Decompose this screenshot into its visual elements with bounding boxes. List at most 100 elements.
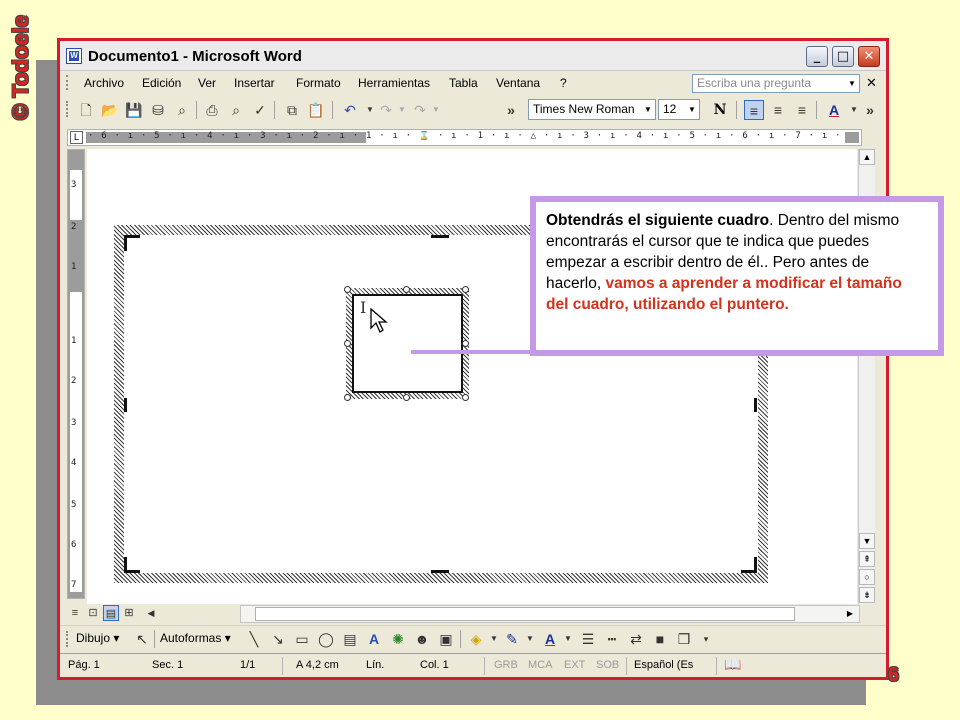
chevron-down-icon[interactable]: ▼ bbox=[845, 75, 859, 92]
next-page-icon[interactable]: ⇟ bbox=[859, 587, 875, 603]
spelling-status-icon[interactable]: 📖 bbox=[724, 656, 741, 673]
oval-icon[interactable]: ◯ bbox=[316, 629, 336, 649]
permission-icon[interactable]: ⛁ bbox=[148, 100, 168, 120]
select-pointer-icon[interactable]: ↖ bbox=[132, 629, 152, 649]
autoshapes-menu[interactable]: Autoformas ▾ bbox=[160, 631, 231, 645]
wordart-icon[interactable]: A bbox=[364, 629, 384, 649]
browse-object-icon[interactable]: ○ bbox=[859, 569, 875, 585]
3d-icon[interactable]: ❒ bbox=[674, 629, 694, 649]
picture-icon[interactable]: ▣ bbox=[436, 629, 456, 649]
align-left-icon[interactable]: ≡ bbox=[744, 100, 764, 120]
dash-style-icon[interactable]: ┅ bbox=[602, 629, 622, 649]
status-separator bbox=[484, 657, 485, 675]
scroll-down-icon[interactable]: ▼ bbox=[859, 533, 875, 549]
menu-ventana[interactable]: Ventana bbox=[496, 76, 540, 90]
print-icon[interactable]: ⎙ bbox=[202, 100, 222, 120]
vertical-ruler[interactable]: 3 2 1 1 2 3 4 5 6 7 bbox=[67, 149, 85, 599]
chevron-down-icon[interactable]: ▼ bbox=[484, 629, 504, 649]
new-icon[interactable]: 🗋 bbox=[76, 100, 96, 120]
menu-formato[interactable]: Formato bbox=[296, 76, 341, 90]
copy-icon[interactable]: ⧉ bbox=[282, 100, 302, 120]
status-grb[interactable]: GRB bbox=[494, 659, 518, 671]
shadow-icon[interactable]: ■ bbox=[650, 629, 670, 649]
font-name-select[interactable]: Times New Roman ▼ bbox=[528, 99, 656, 120]
chevron-down-icon[interactable]: ▼ bbox=[520, 629, 540, 649]
scroll-right-icon[interactable]: ▶ bbox=[843, 607, 857, 621]
font-color-icon[interactable]: A bbox=[540, 629, 560, 649]
line-style-icon[interactable]: ☰ bbox=[578, 629, 598, 649]
menu-herramientas[interactable]: Herramientas bbox=[358, 76, 430, 90]
chevron-down-icon[interactable]: ▼ bbox=[558, 629, 578, 649]
maximize-button[interactable]: □ bbox=[832, 46, 854, 67]
clipart-icon[interactable]: ☻ bbox=[412, 629, 432, 649]
font-color-icon[interactable]: A bbox=[824, 100, 844, 120]
scroll-up-icon[interactable]: ▲ bbox=[859, 149, 875, 165]
close-button[interactable]: ✕ bbox=[858, 46, 880, 67]
menu-tabla[interactable]: Tabla bbox=[449, 76, 478, 90]
resize-handle[interactable] bbox=[462, 394, 469, 401]
print-preview-icon[interactable]: ⌕ bbox=[226, 100, 246, 120]
outline-view-icon[interactable]: ⊞ bbox=[121, 605, 137, 621]
undo-icon[interactable]: ↶ bbox=[340, 100, 360, 120]
center-icon[interactable]: ≡ bbox=[768, 100, 788, 120]
print-layout-icon[interactable]: ▤ bbox=[103, 605, 119, 621]
line-icon[interactable]: ╲ bbox=[244, 629, 264, 649]
tab-selector[interactable]: L bbox=[70, 131, 83, 144]
toolbar-grip[interactable] bbox=[66, 101, 69, 117]
search-icon[interactable]: ⌕ bbox=[172, 100, 192, 120]
title-bar[interactable]: W Documento1 - Microsoft Word _ □ ✕ bbox=[60, 41, 886, 71]
crop-mark bbox=[754, 398, 757, 412]
toolbar-overflow-icon[interactable]: » bbox=[860, 100, 880, 120]
open-icon[interactable]: 📂 bbox=[100, 100, 120, 120]
line-color-icon[interactable]: ✎ bbox=[502, 629, 522, 649]
status-ext[interactable]: EXT bbox=[564, 659, 585, 671]
previous-page-icon[interactable]: ⇞ bbox=[859, 551, 875, 567]
menu-help[interactable]: ? bbox=[560, 76, 567, 90]
resize-handle[interactable] bbox=[462, 286, 469, 293]
ask-question-box[interactable]: Escriba una pregunta ▼ bbox=[692, 74, 860, 93]
resize-handle[interactable] bbox=[403, 286, 410, 293]
horizontal-ruler[interactable]: L · 6 · ı · 5 · ı · 4 · ı · 3 · ı · 2 · … bbox=[67, 129, 862, 146]
inner-textbox[interactable] bbox=[352, 294, 463, 393]
menu-edicion[interactable]: Edición bbox=[142, 76, 181, 90]
rectangle-icon[interactable]: ▭ bbox=[292, 629, 312, 649]
paste-icon[interactable]: 📋 bbox=[306, 100, 326, 120]
save-icon[interactable]: 💾 bbox=[124, 100, 144, 120]
resize-handle[interactable] bbox=[462, 340, 469, 347]
minimize-button[interactable]: _ bbox=[806, 46, 828, 67]
status-sob[interactable]: SOB bbox=[596, 659, 619, 671]
toolbar-separator bbox=[154, 630, 155, 648]
web-view-icon[interactable]: ⊡ bbox=[85, 605, 101, 621]
arrow-style-icon[interactable]: ⇄ bbox=[626, 629, 646, 649]
fill-color-icon[interactable]: ◈ bbox=[466, 629, 486, 649]
resize-handle[interactable] bbox=[403, 394, 410, 401]
chevron-down-icon[interactable]: ▾ bbox=[696, 629, 716, 649]
horizontal-scrollbar[interactable]: ▶ bbox=[240, 605, 860, 623]
menubar-grip[interactable] bbox=[66, 75, 69, 90]
spelling-icon[interactable]: ✓ bbox=[250, 100, 270, 120]
menu-insertar[interactable]: Insertar bbox=[234, 76, 275, 90]
vruler-number: 6 bbox=[71, 540, 77, 550]
bold-button[interactable]: N bbox=[710, 100, 730, 120]
resize-handle[interactable] bbox=[344, 286, 351, 293]
scroll-left-icon[interactable]: ◀ bbox=[143, 605, 159, 621]
chevron-down-icon[interactable]: ▼ bbox=[685, 100, 699, 119]
draw-menu[interactable]: Dibujo ▾ bbox=[76, 631, 119, 645]
font-size-select[interactable]: 12 ▼ bbox=[658, 99, 700, 120]
status-language[interactable]: Español (Es bbox=[634, 659, 693, 671]
menu-archivo[interactable]: Archivo bbox=[84, 76, 124, 90]
resize-handle[interactable] bbox=[344, 340, 351, 347]
drawbar-grip[interactable] bbox=[66, 631, 69, 647]
document-close-button[interactable]: ✕ bbox=[866, 75, 877, 91]
arrow-icon[interactable]: ↘ bbox=[268, 629, 288, 649]
normal-view-icon[interactable]: ≡ bbox=[67, 605, 83, 621]
diagram-icon[interactable]: ✺ bbox=[388, 629, 408, 649]
menu-ver[interactable]: Ver bbox=[198, 76, 216, 90]
status-mca[interactable]: MCA bbox=[528, 659, 552, 671]
scroll-thumb[interactable] bbox=[255, 607, 795, 621]
chevron-down-icon[interactable]: ▼ bbox=[641, 100, 655, 119]
textbox-icon[interactable]: ▤ bbox=[340, 629, 360, 649]
align-right-icon[interactable]: ≡ bbox=[792, 100, 812, 120]
toolbar-overflow-icon[interactable]: » bbox=[501, 100, 521, 120]
resize-handle[interactable] bbox=[344, 394, 351, 401]
